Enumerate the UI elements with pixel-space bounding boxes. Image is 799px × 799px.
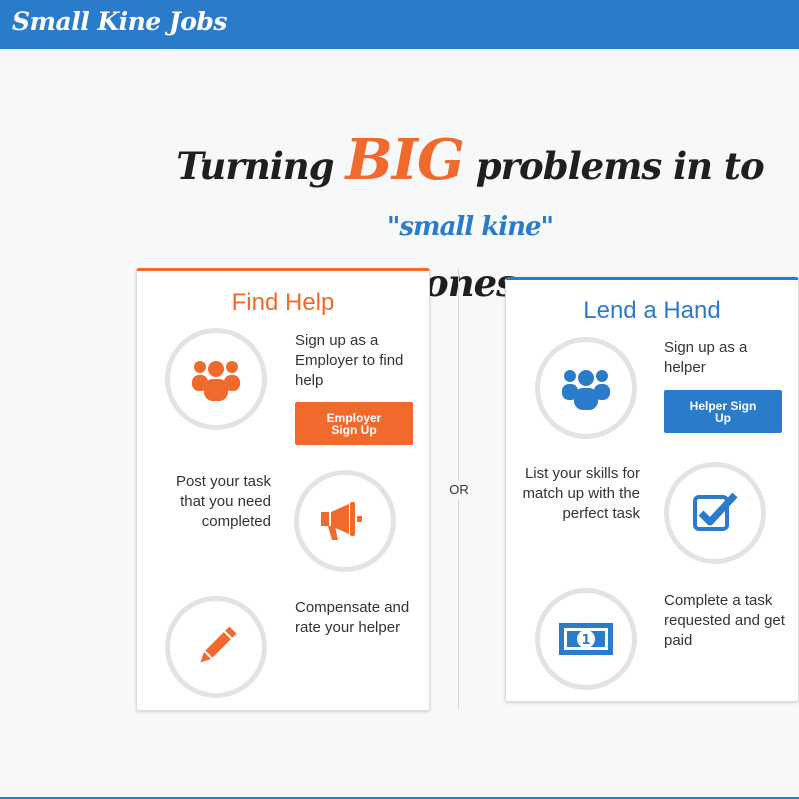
- employer-signup-button[interactable]: Employer Sign Up: [295, 402, 413, 445]
- lend-hand-money-circle: 1: [535, 588, 637, 690]
- brand-logo[interactable]: Small Kine Jobs: [12, 7, 227, 36]
- helper-signup-label: Helper Sign Up: [689, 398, 757, 425]
- megaphone-icon: [321, 502, 362, 540]
- lend-hand-checkbox-circle: [664, 462, 766, 564]
- group-icon: [192, 361, 240, 401]
- lend-hand-group-circle: [535, 337, 637, 439]
- lend-hand-step3-text: Complete a task requested and get paid: [664, 592, 785, 649]
- hero-text-1: Turning: [176, 144, 346, 188]
- find-help-group-circle: [165, 328, 267, 430]
- svg-text:1: 1: [581, 633, 590, 648]
- lend-hand-step1-text: Sign up as a helper: [664, 339, 748, 376]
- find-help-megaphone-circle: [294, 470, 396, 572]
- find-help-step1-text: Sign up as a Employer to find help: [295, 332, 404, 389]
- find-help-step2-text: Post your task that you need completed: [175, 473, 271, 530]
- or-label: OR: [448, 481, 470, 499]
- pencil-icon: [200, 626, 237, 663]
- top-navbar: Small Kine Jobs: [0, 0, 799, 49]
- hero-text-2: problems in to: [463, 144, 765, 188]
- lend-hand-title: Lend a Hand: [583, 297, 721, 324]
- employer-signup-label: Employer Sign Up: [326, 410, 382, 437]
- lend-hand-card: Lend a Hand Sign up as a helper Helper S…: [505, 277, 799, 702]
- find-help-pencil-circle: [165, 596, 267, 698]
- money-icon: 1: [559, 623, 613, 655]
- lend-hand-step2-text: List your skills for match up with the p…: [522, 465, 640, 522]
- find-help-step3-text: Compensate and rate your helper: [295, 599, 410, 636]
- group-icon: [562, 370, 610, 410]
- checkbox-icon: [693, 492, 738, 531]
- hero-big: BIG: [345, 127, 464, 193]
- find-help-card: Find Help Sign up as a Employer to find …: [136, 268, 430, 711]
- hero-small-kine: "small kine": [386, 212, 554, 242]
- find-help-title: Find Help: [231, 289, 335, 316]
- helper-signup-button[interactable]: Helper Sign Up: [664, 390, 782, 433]
- hero-text-3: ones: [424, 261, 517, 305]
